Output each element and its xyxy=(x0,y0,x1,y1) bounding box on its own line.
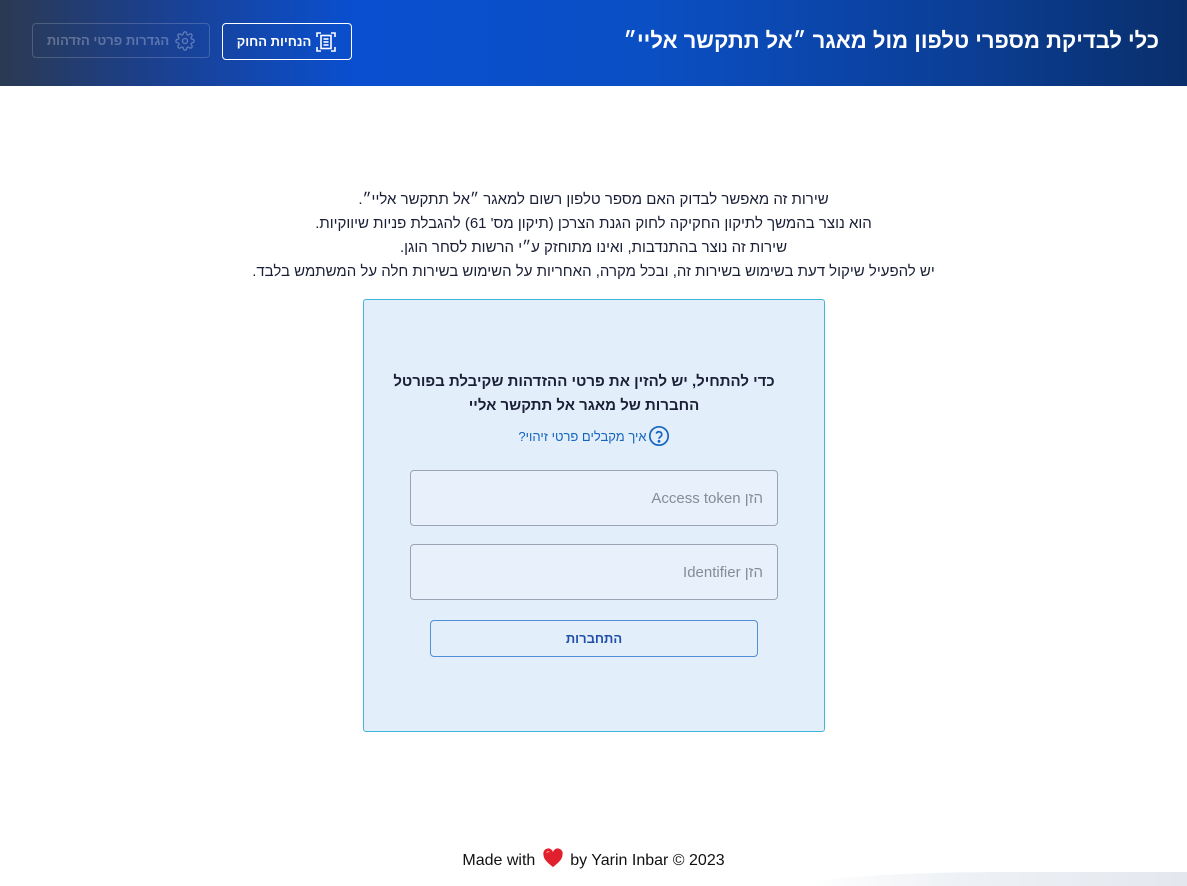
footer-prefix: Made with xyxy=(462,852,536,869)
credentials-help-text: איך מקבלים פרטי זיהוי? xyxy=(518,428,647,444)
description-line: הוא נוצר בהמשך לתיקון החקיקה לחוק הגנת ה… xyxy=(315,215,872,232)
description-line: שירות זה נוצר בהתנדבות, ואינו מתוחזק ע״י… xyxy=(399,239,788,256)
description-line: שירות זה מאפשר לבדוק האם מספר טלפון רשום… xyxy=(358,191,829,208)
page-title: כלי לבדיקת מספרי טלפון מול מאגר ״אל תתקש… xyxy=(623,28,1159,53)
identifier-input[interactable] xyxy=(410,544,778,600)
description-line: יש להפעיל שיקול דעת בשימוש בשירות זה, וב… xyxy=(252,263,935,280)
law-guidelines-button[interactable]: הנחיות החוק xyxy=(222,23,352,60)
login-button[interactable]: התחברות xyxy=(430,620,758,657)
access-token-input[interactable] xyxy=(410,470,778,526)
question-circle-icon xyxy=(648,425,670,447)
service-description: שירות זה מאפשר לבדוק האם מספר טלפון רשום… xyxy=(0,188,1187,284)
gear-icon xyxy=(175,30,195,51)
credentials-settings-label: הגדרות פרטי הזדהות xyxy=(46,33,170,48)
document-scan-icon xyxy=(315,31,337,53)
law-guidelines-label: הנחיות החוק xyxy=(236,34,312,49)
credentials-help-link[interactable]: איך מקבלים פרטי זיהוי? xyxy=(364,425,824,447)
login-card: כדי להתחיל, יש להזין את פרטי ההזדהות שקי… xyxy=(363,299,825,732)
heart-icon xyxy=(542,848,564,873)
app-header: כלי לבדיקת מספרי טלפון מול מאגר ״אל תתקש… xyxy=(0,0,1187,86)
login-heading: כדי להתחיל, יש להזין את פרטי ההזדהות שקי… xyxy=(393,373,775,414)
footer-suffix: by Yarin Inbar © 2023 xyxy=(570,852,725,869)
footer: Made with by Yarin Inbar © 2023 xyxy=(0,848,1187,873)
window-corner-shadow xyxy=(807,872,1187,886)
credentials-settings-button[interactable]: הגדרות פרטי הזדהות xyxy=(32,23,210,58)
